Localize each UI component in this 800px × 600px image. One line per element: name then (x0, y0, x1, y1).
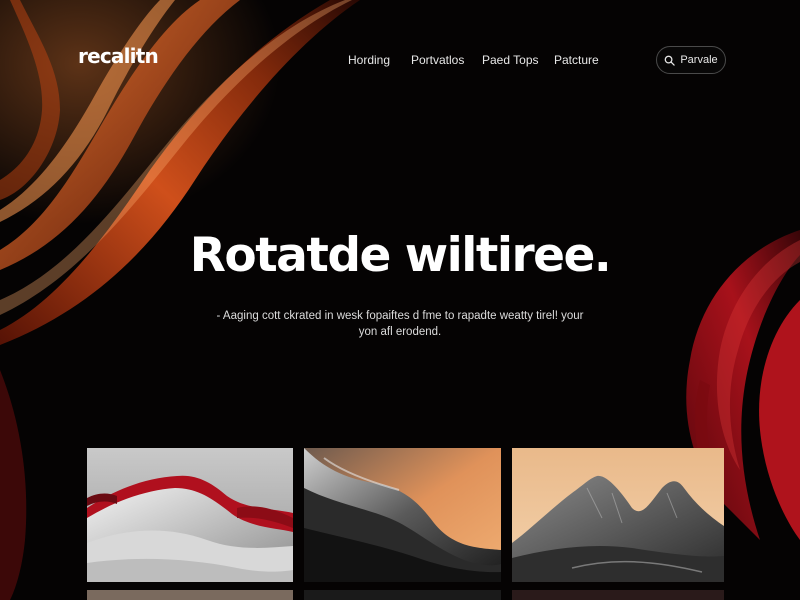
search-button[interactable]: Parvale (656, 46, 726, 74)
nav-item-portvatlos[interactable]: Portvatlos (411, 53, 464, 67)
gallery-card-partial-3[interactable] (512, 590, 724, 600)
gallery-card-mountains[interactable] (512, 448, 724, 582)
mountains-artwork (512, 448, 724, 582)
hero-subtitle: - Aaging cott ckrated in wesk fopaiftes … (190, 308, 610, 340)
search-icon (664, 55, 676, 66)
search-button-label: Parvale (680, 54, 718, 66)
gallery-card-partial-2[interactable] (304, 590, 501, 600)
hero-title: Rotatde wiltiree. (189, 228, 612, 283)
hero-subtitle-line-1: - Aaging cott ckrated in wesk fopaiftes … (216, 310, 584, 322)
gallery-card-partial-1[interactable] (87, 590, 293, 600)
gallery-card-dunes[interactable] (87, 448, 293, 582)
gallery-card-wave[interactable] (304, 448, 501, 582)
dunes-artwork (87, 448, 293, 582)
nav-item-paed-tops[interactable]: Paed Tops (482, 53, 539, 67)
nav-item-patcture[interactable]: Patcture (554, 53, 599, 67)
hero-subtitle-line-2: yon afl erodend. (358, 326, 442, 338)
wave-artwork (304, 448, 501, 582)
nav-item-hording[interactable]: Hording (348, 53, 390, 67)
logo[interactable]: recalitn (78, 44, 159, 68)
